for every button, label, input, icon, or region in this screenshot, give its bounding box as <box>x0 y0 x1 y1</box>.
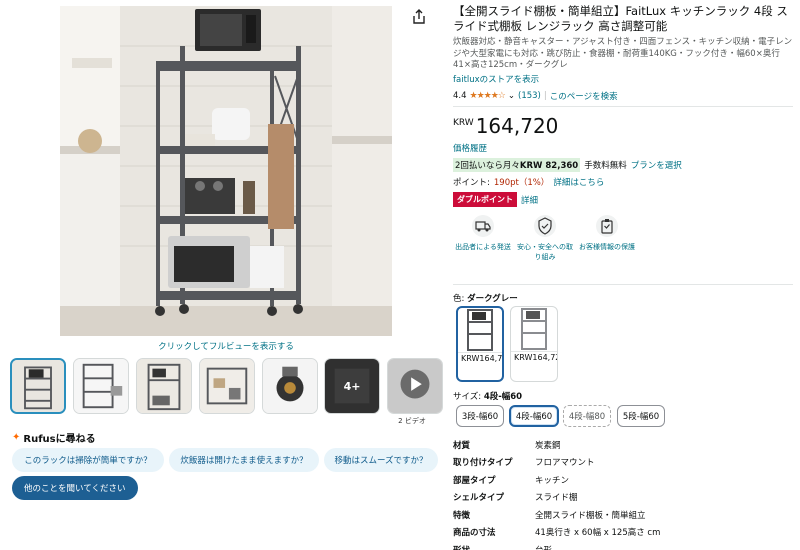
size-value: 4段-幅60 <box>483 392 523 402</box>
spec-value: スライド棚 <box>535 493 578 504</box>
divider <box>453 284 793 285</box>
spec-key: 特徴 <box>453 510 471 521</box>
rufus-title: ✦ Rufusに尋ねる <box>12 430 96 445</box>
double-points-row: ダブルポイント 詳細 <box>453 192 538 207</box>
sparkle-icon: ✦ <box>12 432 21 443</box>
points-label: ポイント: <box>453 178 490 188</box>
color-swatch-2[interactable]: KRW164,720 <box>510 306 558 382</box>
rufus-question-2[interactable]: 炊飯器は開けたまま使えますか？ <box>169 448 319 472</box>
feature-safety[interactable]: 安心・安全への取り組み <box>515 214 575 262</box>
spec-key: シェルタイプ <box>453 493 505 504</box>
spec-row: シェルタイプ スライド棚 <box>453 489 793 507</box>
feature-label: お客様情報の保護 <box>579 243 635 251</box>
spec-row: 取り付けタイプ フロアマウント <box>453 454 793 472</box>
swatch-price: KRW164,720 <box>511 351 557 364</box>
feature-secure[interactable]: お客様情報の保護 <box>577 214 637 252</box>
thumbnail-3[interactable] <box>136 358 192 414</box>
size-option-4-60[interactable]: 4段-幅60 <box>509 405 559 427</box>
video-thumbnail[interactable] <box>387 358 443 414</box>
divider <box>453 106 793 107</box>
points-detail-link[interactable]: 詳細はこちら <box>553 176 604 188</box>
installment-text: 2回払いなら月々 <box>455 161 520 171</box>
spec-row: 部屋タイプ キッチン <box>453 471 793 489</box>
color-label-text: 色: <box>453 294 465 304</box>
color-swatch-dark-grey[interactable]: KRW164,720 <box>456 306 504 382</box>
share-icon[interactable] <box>410 8 428 26</box>
thumbnail-1[interactable] <box>10 358 66 414</box>
product-subtitle: 炊飯器対応・静音キャスター・アジャスト付き・四面フェンス・キッチン収納・電子レン… <box>453 37 793 70</box>
size-option-5-60[interactable]: 5段-幅60 <box>617 405 665 427</box>
price-value: 164,720 <box>475 114 559 138</box>
installment-amount: KRW 82,360 <box>519 161 579 171</box>
spec-value: キッチン <box>535 475 570 486</box>
double-points-detail-link[interactable]: 詳細 <box>521 194 538 206</box>
truck-icon <box>472 215 494 237</box>
rufus-title-text: Rufusに尋ねる <box>23 434 96 445</box>
feature-shipping[interactable]: 出品者による発送 <box>453 214 513 252</box>
spec-key: 商品の寸法 <box>453 528 496 539</box>
video-count-label: 2 ビデオ <box>398 417 426 425</box>
review-count-link[interactable]: (153) <box>518 91 541 101</box>
color-label: 色: ダークグレー <box>453 292 518 304</box>
size-option-4-80[interactable]: 4段-幅80 <box>563 405 611 427</box>
rating-row: 4.4 ★★★★☆ ⌄ (153) | このページを検索 <box>453 90 618 102</box>
fullview-caption[interactable]: クリックしてフルビューを表示する <box>60 340 392 352</box>
spec-value: フロアマウント <box>535 458 595 469</box>
installment-plan-link[interactable]: プランを選択 <box>631 159 682 171</box>
shield-check-icon <box>534 215 556 237</box>
spec-key: 部屋タイプ <box>453 475 496 486</box>
swatch-price: KRW164,720 <box>458 352 502 365</box>
price-currency: KRW <box>453 118 474 128</box>
points-value: 190pt（1%） <box>493 178 550 188</box>
chevron-down-icon[interactable]: ⌄ <box>508 91 515 101</box>
main-product-image[interactable] <box>60 6 392 336</box>
secure-transaction-icon <box>596 215 618 237</box>
search-page-link[interactable]: このページを検索 <box>550 90 618 102</box>
price-history-link[interactable]: 価格履歴 <box>453 142 487 154</box>
spec-row: 材質 炭素鋼 <box>453 436 793 454</box>
spec-row: 形状台形 <box>453 541 793 550</box>
rufus-question-1[interactable]: このラックは掃除が簡単ですか？ <box>12 448 164 472</box>
spec-value: 炭素鋼 <box>535 440 561 451</box>
spec-row: 商品の寸法 41奥行き x 60幅 x 125高さ cm <box>453 524 793 542</box>
thumbnail-5[interactable] <box>262 358 318 414</box>
size-label: サイズ: 4段-幅60 <box>453 390 522 402</box>
installment-fee: 手数料無料 <box>584 161 627 171</box>
spec-row: 特徴 全開スライド棚板・簡単組立 <box>453 506 793 524</box>
thumbnail-6-more[interactable]: 4+ <box>324 358 380 414</box>
thumbnail-2[interactable] <box>73 358 129 414</box>
spec-key: 形状 <box>453 544 535 550</box>
spec-value: 台形 <box>535 544 552 550</box>
points-row: ポイント: 190pt（1%） 詳細はこちら <box>453 176 604 188</box>
size-label-text: サイズ: <box>453 392 482 402</box>
rufus-question-3[interactable]: 移動はスムーズですか？ <box>324 448 438 472</box>
color-value: ダークグレー <box>467 294 518 304</box>
more-images-label: 4+ <box>325 359 379 413</box>
feature-icons: 出品者による発送 安心・安全への取り組み お客様情報の保護 <box>453 214 653 274</box>
price: KRW 164,720 <box>453 114 558 138</box>
thumbnail-4[interactable] <box>199 358 255 414</box>
spec-key: 取り付けタイプ <box>453 458 513 469</box>
installment-badge: 2回払いなら月々KRW 82,360 <box>453 158 581 172</box>
spec-table: 材質 炭素鋼 取り付けタイプ フロアマウント 部屋タイプ キッチン シェルタイプ スライ… <box>453 436 793 550</box>
spec-value: 全開スライド棚板・簡単組立 <box>535 510 646 521</box>
feature-label: 安心・安全への取り組み <box>517 243 573 261</box>
rufus-ask-button[interactable]: 他のことを聞いてください <box>12 476 138 500</box>
product-title: 【全開スライド棚板・簡単組立】FaitLux キッチンラック 4段 スライド式棚… <box>453 4 788 33</box>
feature-label: 出品者による発送 <box>455 243 511 251</box>
spec-value: 41奥行き x 60幅 x 125高さ cm <box>535 528 661 539</box>
separator: | <box>543 91 547 101</box>
double-points-badge: ダブルポイント <box>453 192 517 207</box>
rating-value: 4.4 <box>453 91 467 101</box>
spec-key: 材質 <box>453 440 471 451</box>
installment-row: 2回払いなら月々KRW 82,360 手数料無料 プランを選択 <box>453 158 682 172</box>
size-option-3-60[interactable]: 3段-幅60 <box>456 405 504 427</box>
star-rating-icon[interactable]: ★★★★☆ <box>470 91 506 101</box>
store-link[interactable]: faitluxのストアを表示 <box>453 73 539 85</box>
